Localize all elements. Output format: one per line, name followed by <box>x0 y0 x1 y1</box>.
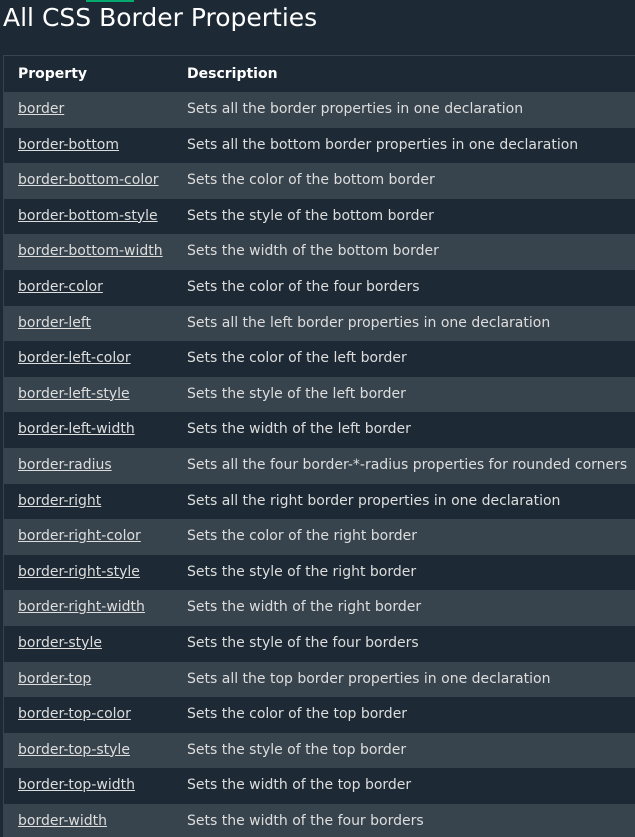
property-link[interactable]: border-top-style <box>18 742 130 758</box>
description-cell: Sets the style of the top border <box>187 741 407 758</box>
property-cell: border-top-style <box>4 733 173 769</box>
table-row: border Sets all the border properties in … <box>4 92 635 128</box>
table-row: border-left Sets all the left border prop… <box>4 305 635 342</box>
properties-table: Property Description border Sets all the … <box>4 56 635 837</box>
table-row: border-bottom-color Sets the color of the… <box>4 163 635 199</box>
property-link[interactable]: border-top-color <box>18 706 131 722</box>
property-cell: border-top-color <box>4 697 173 733</box>
table-header-row: Property Description <box>4 56 635 92</box>
property-cell: border-right <box>4 484 173 520</box>
property-link[interactable]: border-top-width <box>18 777 135 793</box>
property-link[interactable]: border-left-color <box>18 350 131 366</box>
table-row: border-width Sets the width of the four b… <box>4 803 635 837</box>
description-cell: Sets the width of the top border <box>187 777 412 794</box>
table-row: border-bottom-width Sets the width of the… <box>4 234 635 270</box>
property-link[interactable]: border-right-color <box>18 528 141 544</box>
table-row: border-bottom-style Sets the style of the… <box>4 198 635 235</box>
table-row: border-top-color Sets the color of the to… <box>4 697 635 733</box>
page-title: All CSS Border Properties <box>3 3 318 32</box>
property-link[interactable]: border-bottom-color <box>18 172 159 188</box>
property-link[interactable]: border-right-width <box>18 599 145 615</box>
description-cell: Sets the width of the bottom border <box>187 243 439 260</box>
property-cell: border-right-width <box>4 590 173 626</box>
table-row: border-left-color Sets the color of the l… <box>4 341 635 377</box>
property-link[interactable]: border-right <box>18 493 101 509</box>
description-cell: Sets all the right border properties in … <box>187 492 561 509</box>
table-row: border-right-color Sets the color of the … <box>4 519 635 555</box>
table-row: border-left-style Sets the style of the l… <box>4 376 635 413</box>
table-row: border-right-width Sets the width of the … <box>4 590 635 626</box>
description-cell: Sets all the left border properties in o… <box>187 314 551 331</box>
table-row: border-top Sets all the top border proper… <box>4 661 635 698</box>
property-link[interactable]: border-top <box>18 671 91 687</box>
property-cell: border-color <box>4 270 173 306</box>
column-header-property: Property <box>18 66 88 82</box>
table-row: border-top-style Sets the style of the to… <box>4 732 635 769</box>
property-cell: border-radius <box>4 448 173 484</box>
property-cell: border-left-color <box>4 341 173 377</box>
property-cell: border-right-color <box>4 519 173 555</box>
description-cell: Sets all the bottom border properties in… <box>187 136 579 153</box>
property-link[interactable]: border-bottom-style <box>18 208 158 224</box>
description-cell: Sets the color of the four borders <box>187 278 420 295</box>
property-cell: border-bottom-style <box>4 199 173 235</box>
property-cell: border-left <box>4 306 173 342</box>
description-cell: Sets the width of the left border <box>187 421 411 438</box>
property-cell: border-left-style <box>4 377 173 413</box>
table-row: border-style Sets the style of the four b… <box>4 625 635 662</box>
property-cell: border-width <box>4 804 173 837</box>
table-row: border-radius Sets all the four border-*-… <box>4 447 635 484</box>
property-cell: border-bottom-width <box>4 234 173 270</box>
description-cell: Sets the width of the right border <box>187 599 422 616</box>
property-link[interactable]: border-width <box>18 813 107 829</box>
description-cell: Sets the width of the four borders <box>187 812 424 829</box>
property-link[interactable]: border <box>18 101 64 117</box>
property-link[interactable]: border-bottom-width <box>18 243 163 259</box>
table-row: border-bottom Sets all the bottom border … <box>4 127 635 164</box>
property-cell: border <box>4 92 173 128</box>
description-cell: Sets all the top border properties in on… <box>187 670 551 687</box>
description-cell: Sets the style of the bottom border <box>187 207 434 224</box>
property-cell: border-right-style <box>4 555 173 591</box>
property-cell: border-style <box>4 626 173 662</box>
property-cell: border-top <box>4 662 173 698</box>
table-row: border-left-width Sets the width of the l… <box>4 412 635 448</box>
property-link[interactable]: border-left-style <box>18 386 130 402</box>
description-cell: Sets the style of the four borders <box>187 634 419 651</box>
description-cell: Sets all the border properties in one de… <box>187 101 524 117</box>
property-link[interactable]: border-left <box>18 315 91 331</box>
property-cell: border-bottom <box>4 128 173 164</box>
table-row: border-color Sets the color of the four b… <box>4 269 635 306</box>
property-link[interactable]: border-style <box>18 635 102 651</box>
properties-table-container: Property Description border Sets all the … <box>3 55 635 837</box>
table-row: border-right-style Sets the style of the … <box>4 554 635 591</box>
table-body: border Sets all the border properties in … <box>4 92 635 837</box>
property-link[interactable]: border-color <box>18 279 103 295</box>
property-link[interactable]: border-radius <box>18 457 112 473</box>
property-link[interactable]: border-bottom <box>18 137 119 153</box>
table-row: border-right Sets all the right border pr… <box>4 483 635 520</box>
property-link[interactable]: border-right-style <box>18 564 140 580</box>
description-cell: Sets the color of the bottom border <box>187 172 435 189</box>
property-link[interactable]: border-left-width <box>18 421 135 437</box>
table-row: border-top-width Sets the width of the to… <box>4 768 635 804</box>
property-cell: border-bottom-color <box>4 163 173 199</box>
description-cell: Sets the color of the right border <box>187 528 418 545</box>
description-cell: Sets the style of the left border <box>187 385 406 402</box>
property-cell: border-left-width <box>4 412 173 448</box>
description-cell: Sets the style of the right border <box>187 563 417 580</box>
description-cell: Sets the color of the left border <box>187 350 407 367</box>
property-cell: border-top-width <box>4 768 173 804</box>
column-header-description: Description <box>187 66 278 82</box>
description-cell: Sets all the four border-*-radius proper… <box>187 456 628 473</box>
description-cell: Sets the color of the top border <box>187 706 408 723</box>
